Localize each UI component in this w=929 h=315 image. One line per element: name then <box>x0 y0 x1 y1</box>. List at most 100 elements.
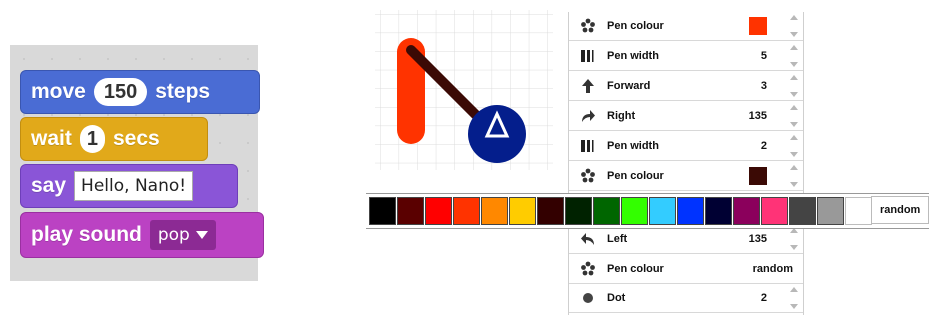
palette-chips <box>369 197 873 225</box>
command-label: Left <box>607 233 628 245</box>
spinner-up-icon[interactable] <box>790 287 798 292</box>
turn-right-icon <box>577 108 599 124</box>
color-swatch[interactable] <box>749 17 767 35</box>
command-row[interactable]: Pen colour <box>569 12 803 41</box>
color-chip[interactable] <box>565 197 592 225</box>
color-chip[interactable] <box>789 197 816 225</box>
value-spinner[interactable] <box>789 75 799 97</box>
palette-icon <box>577 168 599 184</box>
color-swatch[interactable] <box>749 167 767 185</box>
command-value[interactable]: 3 <box>761 80 767 92</box>
move-keyword: move <box>31 80 86 103</box>
color-chip[interactable] <box>705 197 732 225</box>
command-row[interactable]: Right 135 <box>569 102 803 131</box>
spinner-down-icon[interactable] <box>790 62 798 67</box>
command-label: Pen colour <box>607 170 664 182</box>
scratch-panel: move 150 steps wait 1 secs say Hello, Na… <box>10 45 264 281</box>
value-spinner[interactable] <box>789 15 799 37</box>
play-sound-keyword: play sound <box>31 223 142 246</box>
color-chip[interactable] <box>481 197 508 225</box>
move-unit: steps <box>155 80 211 103</box>
command-row[interactable]: Pen width 5 <box>569 42 803 71</box>
sound-dropdown[interactable]: pop <box>149 220 216 250</box>
spinner-down-icon[interactable] <box>790 152 798 157</box>
value-spinner[interactable] <box>789 287 799 309</box>
spinner-down-icon[interactable] <box>790 92 798 97</box>
command-row[interactable]: Pen colour <box>569 162 803 191</box>
command-value[interactable]: 135 <box>749 110 767 122</box>
color-chip[interactable] <box>397 197 424 225</box>
drawing-canvas <box>375 10 553 170</box>
say-text-input[interactable]: Hello, Nano! <box>74 171 194 201</box>
palette-icon <box>577 261 599 277</box>
spinner-up-icon[interactable] <box>790 105 798 110</box>
pen-width-icon <box>577 138 599 154</box>
command-value[interactable]: random <box>753 263 793 275</box>
say-keyword: say <box>31 174 67 197</box>
canvas-svg <box>375 10 553 170</box>
color-chip[interactable] <box>537 197 564 225</box>
command-label: Pen width <box>607 140 659 152</box>
color-chip[interactable] <box>593 197 620 225</box>
spinner-up-icon[interactable] <box>790 165 798 170</box>
value-spinner[interactable] <box>789 228 799 250</box>
color-chip[interactable] <box>509 197 536 225</box>
wait-amount-input[interactable]: 1 <box>79 125 105 153</box>
color-chip[interactable] <box>453 197 480 225</box>
spinner-up-icon[interactable] <box>790 135 798 140</box>
wait-unit: secs <box>112 127 160 150</box>
dot-icon <box>577 290 599 306</box>
command-label: Pen width <box>607 50 659 62</box>
spinner-up-icon[interactable] <box>790 75 798 80</box>
color-chip[interactable] <box>761 197 788 225</box>
command-row[interactable]: Pen colour random <box>569 255 803 284</box>
color-chip[interactable] <box>621 197 648 225</box>
color-chip[interactable] <box>677 197 704 225</box>
move-block[interactable]: move 150 steps <box>20 70 260 114</box>
color-chip[interactable] <box>369 197 396 225</box>
command-row[interactable]: Forward 3 <box>569 72 803 101</box>
spinner-down-icon[interactable] <box>790 122 798 127</box>
color-chip[interactable] <box>649 197 676 225</box>
sound-dropdown-value: pop <box>157 225 190 245</box>
palette-icon <box>577 18 599 34</box>
command-value[interactable]: 2 <box>761 140 767 152</box>
command-label: Forward <box>607 80 651 92</box>
command-value[interactable]: 5 <box>761 50 767 62</box>
spinner-up-icon[interactable] <box>790 15 798 20</box>
command-row[interactable]: Dot 2 <box>569 284 803 313</box>
command-row[interactable]: Pen width 2 <box>569 132 803 161</box>
command-value[interactable]: 135 <box>749 233 767 245</box>
color-chip[interactable] <box>425 197 452 225</box>
spinner-down-icon[interactable] <box>790 32 798 37</box>
value-spinner[interactable] <box>789 165 799 187</box>
spinner-up-icon[interactable] <box>790 45 798 50</box>
value-spinner[interactable] <box>789 105 799 127</box>
play-sound-block[interactable]: play sound pop <box>20 212 264 258</box>
value-spinner[interactable] <box>789 45 799 67</box>
say-block[interactable]: say Hello, Nano! <box>20 164 238 208</box>
command-row[interactable]: Left 135 <box>569 225 803 254</box>
arrow-up-icon <box>577 78 599 94</box>
wait-block[interactable]: wait 1 secs <box>20 117 208 161</box>
move-amount-input[interactable]: 150 <box>93 78 148 106</box>
color-chip[interactable] <box>817 197 844 225</box>
command-label: Right <box>607 110 636 122</box>
command-label: Pen colour <box>607 263 664 275</box>
color-palette <box>366 193 929 229</box>
command-label: Pen colour <box>607 20 664 32</box>
random-color-button[interactable]: random <box>871 196 929 224</box>
command-label: Dot <box>607 292 626 304</box>
command-value[interactable]: 2 <box>761 292 767 304</box>
spinner-down-icon[interactable] <box>790 245 798 250</box>
spinner-down-icon[interactable] <box>790 304 798 309</box>
pen-width-icon <box>577 48 599 64</box>
spinner-down-icon[interactable] <box>790 182 798 187</box>
turn-left-icon <box>577 231 599 247</box>
chevron-down-icon <box>195 231 208 239</box>
color-chip[interactable] <box>845 197 872 225</box>
value-spinner[interactable] <box>789 135 799 157</box>
wait-keyword: wait <box>31 127 72 150</box>
command-list: Pen colour Pen width 5 Forward 3 Right 135 Pen … <box>568 12 804 315</box>
color-chip[interactable] <box>733 197 760 225</box>
